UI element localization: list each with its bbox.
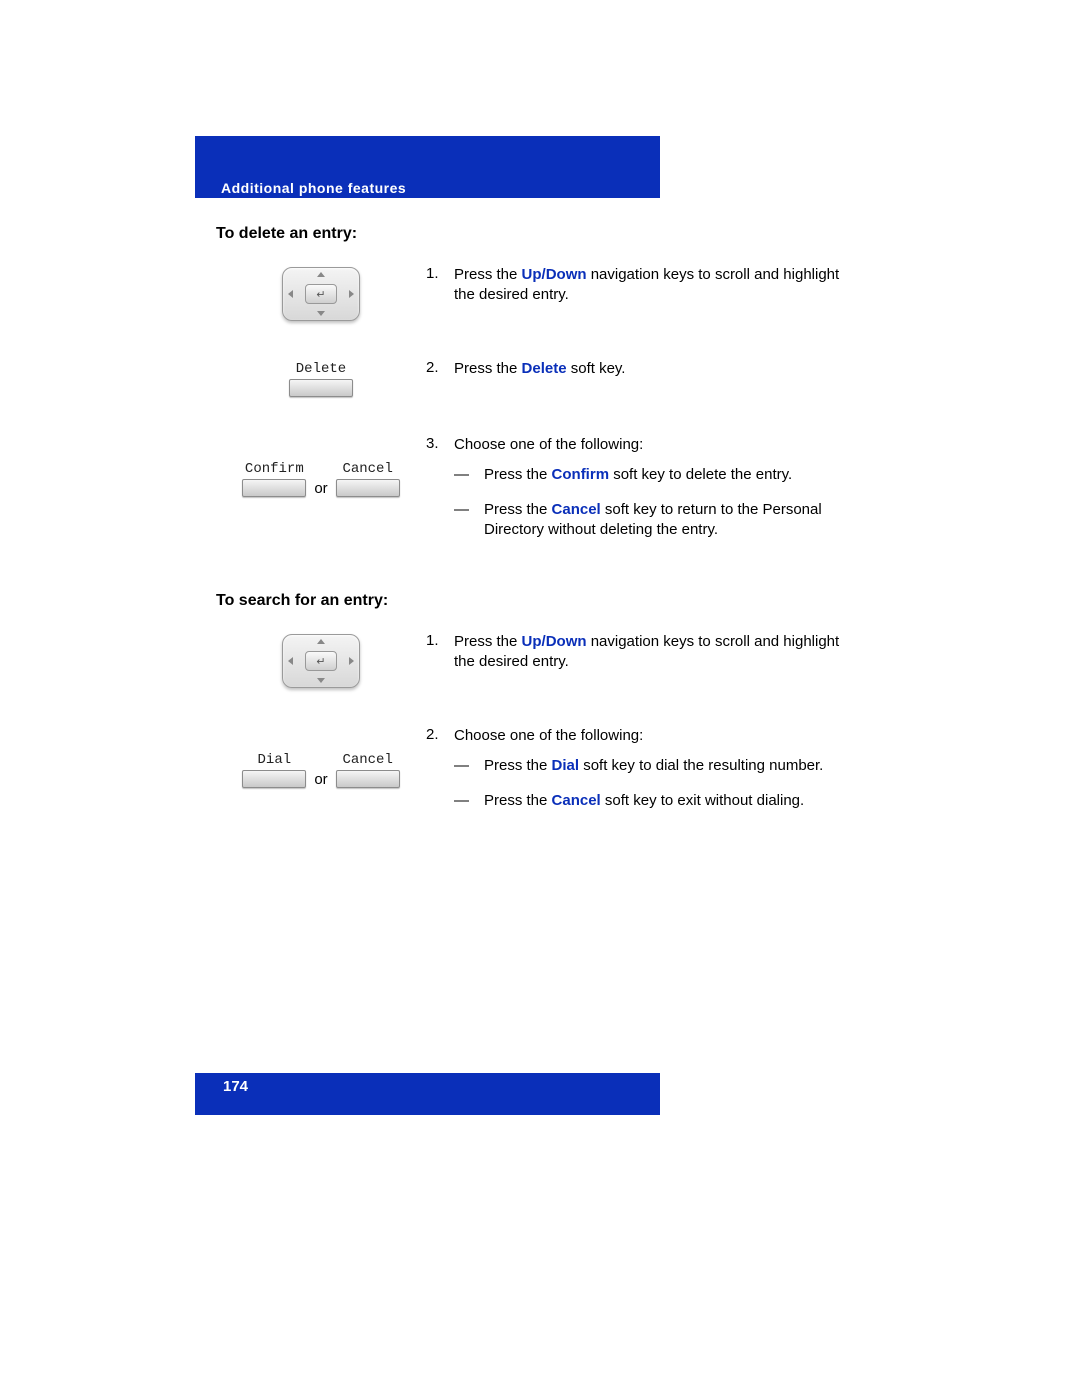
document-page: Additional phone features To delete an e… (0, 0, 1080, 1397)
section-heading-delete: To delete an entry: (216, 225, 846, 243)
sub-item-text: Press the Cancel soft key to return to t… (484, 500, 846, 541)
section-heading-search: To search for an entry: (216, 592, 846, 610)
step-body: Press the Delete soft key. (454, 359, 846, 379)
up-arrow-icon (317, 272, 325, 277)
step-number: 3. (426, 435, 454, 554)
softkey-label: Delete (296, 361, 346, 377)
step-number: 1. (426, 265, 454, 306)
step-icon-col: Dial or Cancel (216, 726, 426, 788)
right-arrow-icon (349, 290, 354, 298)
softkey-confirm: Confirm (242, 461, 306, 497)
enter-key-icon: ↵ (305, 651, 337, 671)
softkey-cancel: Cancel (336, 752, 400, 788)
sub-list: — Press the Confirm soft key to delete t… (454, 465, 846, 540)
dash-icon: — (454, 465, 484, 485)
step-number: 2. (426, 359, 454, 379)
sub-item-text: Press the Cancel soft key to exit withou… (484, 791, 804, 811)
softkey-dial: Dial (242, 752, 306, 788)
softkey-button-icon (289, 379, 353, 397)
content-area: To delete an entry: ↵ 1. Press the Up/Do… (216, 215, 846, 863)
step-icon-col: Confirm or Cancel (216, 435, 426, 497)
footer-bar: 174 (195, 1073, 660, 1115)
softkey-pair: Confirm or Cancel (242, 461, 399, 497)
sub-item: — Press the Cancel soft key to return to… (454, 500, 846, 541)
enter-key-icon: ↵ (305, 284, 337, 304)
sub-item: — Press the Dial soft key to dial the re… (454, 756, 846, 776)
search-step-1: ↵ 1. Press the Up/Down navigation keys t… (216, 632, 846, 688)
sub-item-text: Press the Confirm soft key to delete the… (484, 465, 792, 485)
sub-item-text: Press the Dial soft key to dial the resu… (484, 756, 823, 776)
softkey-label: Cancel (342, 461, 392, 477)
right-arrow-icon (349, 657, 354, 665)
step-number: 1. (426, 632, 454, 673)
dash-icon: — (454, 756, 484, 776)
step-icon-col: ↵ (216, 265, 426, 321)
left-arrow-icon (288, 657, 293, 665)
up-arrow-icon (317, 639, 325, 644)
or-text: or (314, 481, 327, 497)
step-text: 3. Choose one of the following: — Press … (426, 435, 846, 554)
softkey-label: Confirm (245, 461, 304, 477)
step-lead: Choose one of the following: (454, 436, 643, 453)
softkey-label: Cancel (342, 752, 392, 768)
dash-icon: — (454, 500, 484, 541)
step-text: 2. Choose one of the following: — Press … (426, 726, 846, 825)
step-text: 1. Press the Up/Down navigation keys to … (426, 265, 846, 306)
page-number: 174 (223, 1078, 248, 1095)
step-body: Press the Up/Down navigation keys to scr… (454, 265, 846, 306)
step-icon-col: Delete (216, 359, 426, 397)
sub-list: — Press the Dial soft key to dial the re… (454, 756, 846, 811)
softkey-pair: Dial or Cancel (242, 752, 399, 788)
search-step-2: Dial or Cancel 2. Choose one of the foll… (216, 726, 846, 825)
header-title: Additional phone features (221, 180, 406, 196)
down-arrow-icon (317, 311, 325, 316)
navigation-key-icon: ↵ (282, 634, 360, 688)
softkey-button-icon (242, 770, 306, 788)
or-text: or (314, 772, 327, 788)
header-accent-bar (195, 136, 660, 178)
delete-step-2: Delete 2. Press the Delete soft key. (216, 359, 846, 397)
step-body: Press the Up/Down navigation keys to scr… (454, 632, 846, 673)
softkey-cancel: Cancel (336, 461, 400, 497)
navigation-key-icon: ↵ (282, 267, 360, 321)
dash-icon: — (454, 791, 484, 811)
delete-step-1: ↵ 1. Press the Up/Down navigation keys t… (216, 265, 846, 321)
sub-item: — Press the Cancel soft key to exit with… (454, 791, 846, 811)
step-number: 2. (426, 726, 454, 825)
step-lead: Choose one of the following: (454, 727, 643, 744)
header-bar: Additional phone features (195, 178, 660, 198)
softkey-label: Dial (258, 752, 292, 768)
softkey-button-icon (336, 770, 400, 788)
step-icon-col: ↵ (216, 632, 426, 688)
step-body: Choose one of the following: — Press the… (454, 726, 846, 825)
step-body: Choose one of the following: — Press the… (454, 435, 846, 554)
step-text: 2. Press the Delete soft key. (426, 359, 846, 379)
delete-step-3: Confirm or Cancel 3. Choose one of the f… (216, 435, 846, 554)
softkey-button-icon (242, 479, 306, 497)
left-arrow-icon (288, 290, 293, 298)
sub-item: — Press the Confirm soft key to delete t… (454, 465, 846, 485)
softkey-delete: Delete (289, 361, 353, 397)
down-arrow-icon (317, 678, 325, 683)
step-text: 1. Press the Up/Down navigation keys to … (426, 632, 846, 673)
softkey-button-icon (336, 479, 400, 497)
